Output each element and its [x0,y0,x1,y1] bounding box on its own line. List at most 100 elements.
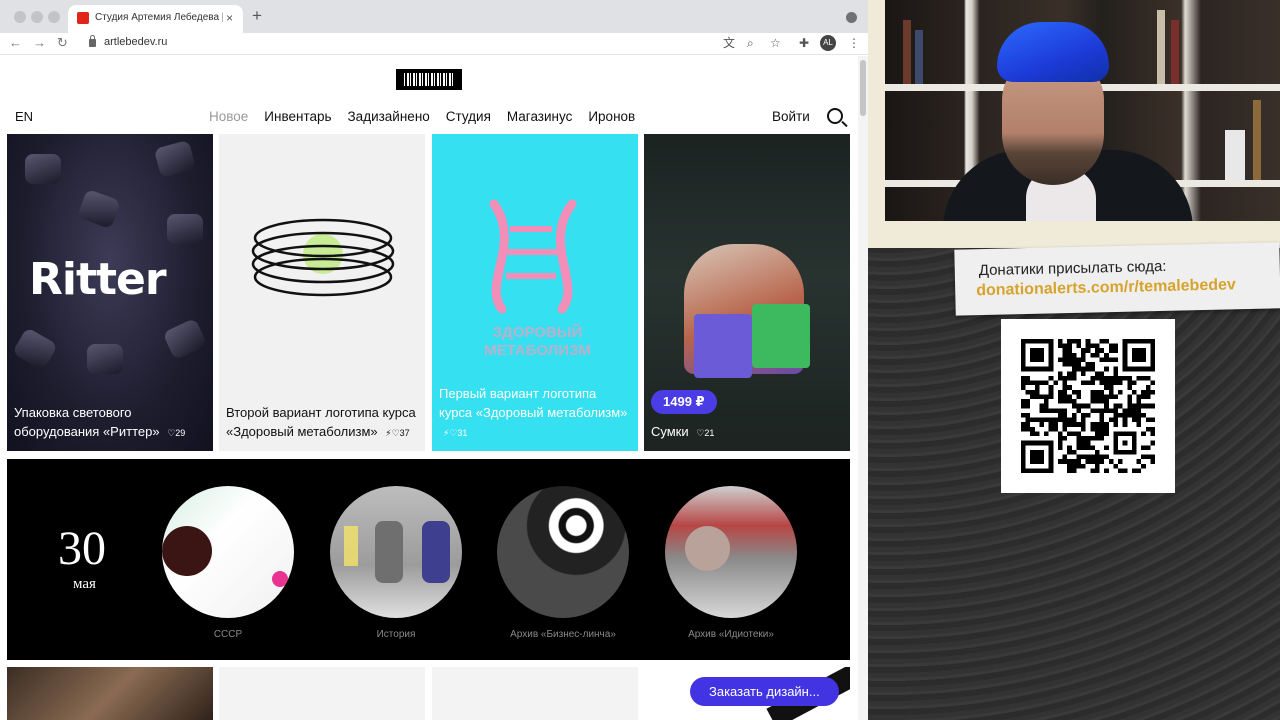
browser-window: Студия Артемия Лебедева | Z × + ← → ↻ ar… [0,0,868,720]
book-image [915,30,923,84]
book-image [1157,10,1165,84]
maximize-window-button[interactable] [48,11,60,23]
product-card-bags[interactable]: 1499 ₽ Сумки ♡21 [644,134,850,451]
translate-icon[interactable]: 文 [723,35,735,51]
order-design-button[interactable]: Заказать дизайн... [690,677,839,706]
book-image [1253,100,1261,180]
archive-circle-ussr[interactable] [162,486,294,618]
cube-image [87,344,123,374]
card-caption: Сумки ♡21 [651,422,842,443]
back-icon[interactable]: ← [9,34,22,52]
cube-image [153,139,197,179]
archive-label[interactable]: СССР [138,629,318,640]
nav-item-inventory[interactable]: Инвентарь [264,109,331,124]
project-card-ritter[interactable]: Ritter Упаковка светового оборудования «… [7,134,213,451]
lock-icon[interactable] [89,35,96,47]
project-card-preview[interactable] [432,667,638,720]
web-page: EN Новое Инвентарь Задизайнено Студия Ма… [0,56,858,720]
book-image [903,20,911,84]
scrollbar-thumb[interactable] [860,60,866,116]
site-logo[interactable] [396,69,462,90]
car-image [375,521,403,583]
purple-bag-image [694,314,752,378]
archive-circle-idiotheque[interactable] [665,486,797,618]
nav-item-studio[interactable]: Студия [446,109,491,124]
profile-avatar[interactable]: AL [820,35,836,51]
archive-label[interactable]: Архив «Бизнес-линча» [473,629,653,640]
close-window-button[interactable] [14,11,26,23]
project-card-metabolism-logo-2[interactable]: Второй вариант логотипа курса «Здоровый … [219,134,425,451]
face-image [685,526,730,571]
address-bar[interactable]: artlebedev.ru [104,36,167,48]
cube-image [11,327,59,371]
nav-item-new[interactable]: Новое [209,109,248,124]
site-favicon-icon [77,12,89,24]
project-card-metabolism-logo-1[interactable]: ЗДОРОВЫЙ МЕТАБОЛИЗМ Первый вариант логот… [432,134,638,451]
page-scrollbar[interactable] [858,56,868,720]
qr-card [1001,319,1175,493]
donation-link[interactable]: donationalerts.com/r/temalebedev [976,276,1236,300]
green-bag-image [752,304,810,368]
project-card-preview[interactable] [7,667,213,720]
archive-circle-business-lynch[interactable] [497,486,629,618]
book-image [1171,20,1179,84]
archive-month: мая [73,576,96,592]
extensions-icon[interactable]: ✚ [799,35,809,51]
cube-image [162,317,208,361]
reload-icon[interactable]: ↻ [57,34,68,52]
browser-menu-icon[interactable]: ⋮ [848,35,860,51]
project-card-preview[interactable] [219,667,425,720]
person-hair-image [997,22,1109,82]
close-tab-icon[interactable]: × [226,10,233,26]
likes-number: 37 [399,428,410,438]
forward-icon[interactable]: → [33,34,46,52]
light-image [344,526,358,566]
cube-image [76,188,122,230]
zoom-icon[interactable]: ⌕ [747,35,754,51]
like-count[interactable]: ♡29 [167,428,185,438]
card-title: Упаковка светового оборудования «Риттер» [14,405,160,439]
nav-item-ironov[interactable]: Иронов [588,109,635,124]
login-link[interactable]: Войти [772,109,810,124]
webcam-video [885,0,1280,221]
card-title: Первый вариант логотипа курса «Здоровый … [439,386,628,420]
tab-bar: Студия Артемия Лебедева | Z × + [0,0,868,33]
archive-label[interactable]: История [306,629,486,640]
new-tab-icon[interactable]: + [252,6,262,26]
bookmark-star-icon[interactable]: ☆ [770,35,781,51]
like-count[interactable]: ⚡♡31 [443,428,467,438]
card-title: Сумки [651,424,689,439]
qr-code-icon [1021,339,1155,473]
likes-number: 29 [175,428,186,438]
archive-strip: 30 мая СССР История Архив «Бизнес-линча»… [7,459,850,660]
language-switch[interactable]: EN [15,109,33,124]
card-caption: Первый вариант логотипа курса «Здоровый … [439,384,630,443]
ritter-logo: Ritter [29,254,167,305]
tab-title: Студия Артемия Лебедева | Z [95,12,223,23]
main-nav: Новое Инвентарь Задизайнено Студия Магаз… [209,109,635,124]
like-count[interactable]: ⚡♡37 [385,428,409,438]
likes-number: 21 [704,428,715,438]
nav-item-shop[interactable]: Магазинус [507,109,572,124]
metabolism-art-text: ЗДОРОВЫЙ МЕТАБОЛИЗМ [484,324,591,359]
archive-label[interactable]: Архив «Идиотеки» [641,629,821,640]
nav-item-designed[interactable]: Задизайнено [348,109,430,124]
donation-text: Донатики присылать сюда: [978,257,1167,280]
thumbnail-image [162,526,212,576]
barcode-logo-icon [404,73,454,86]
cube-image [25,154,61,184]
cube-image [167,214,203,244]
archive-circle-history[interactable] [330,486,462,618]
likes-number: 31 [457,428,468,438]
archive-day: 30 [58,522,106,575]
card-caption: Второй вариант логотипа курса «Здоровый … [226,403,417,443]
car-image [422,521,450,583]
minimize-window-button[interactable] [31,11,43,23]
tab-search-icon[interactable] [846,12,857,23]
like-count[interactable]: ♡21 [696,428,714,438]
browser-toolbar: ← → ↻ artlebedev.ru 文 ⌕ ☆ ✚ AL ⋮ [0,33,868,55]
browser-tab[interactable]: Студия Артемия Лебедева | Z × [68,5,243,33]
search-icon[interactable] [827,108,843,124]
price-badge: 1499 ₽ [651,390,717,414]
book-image [1225,130,1245,180]
